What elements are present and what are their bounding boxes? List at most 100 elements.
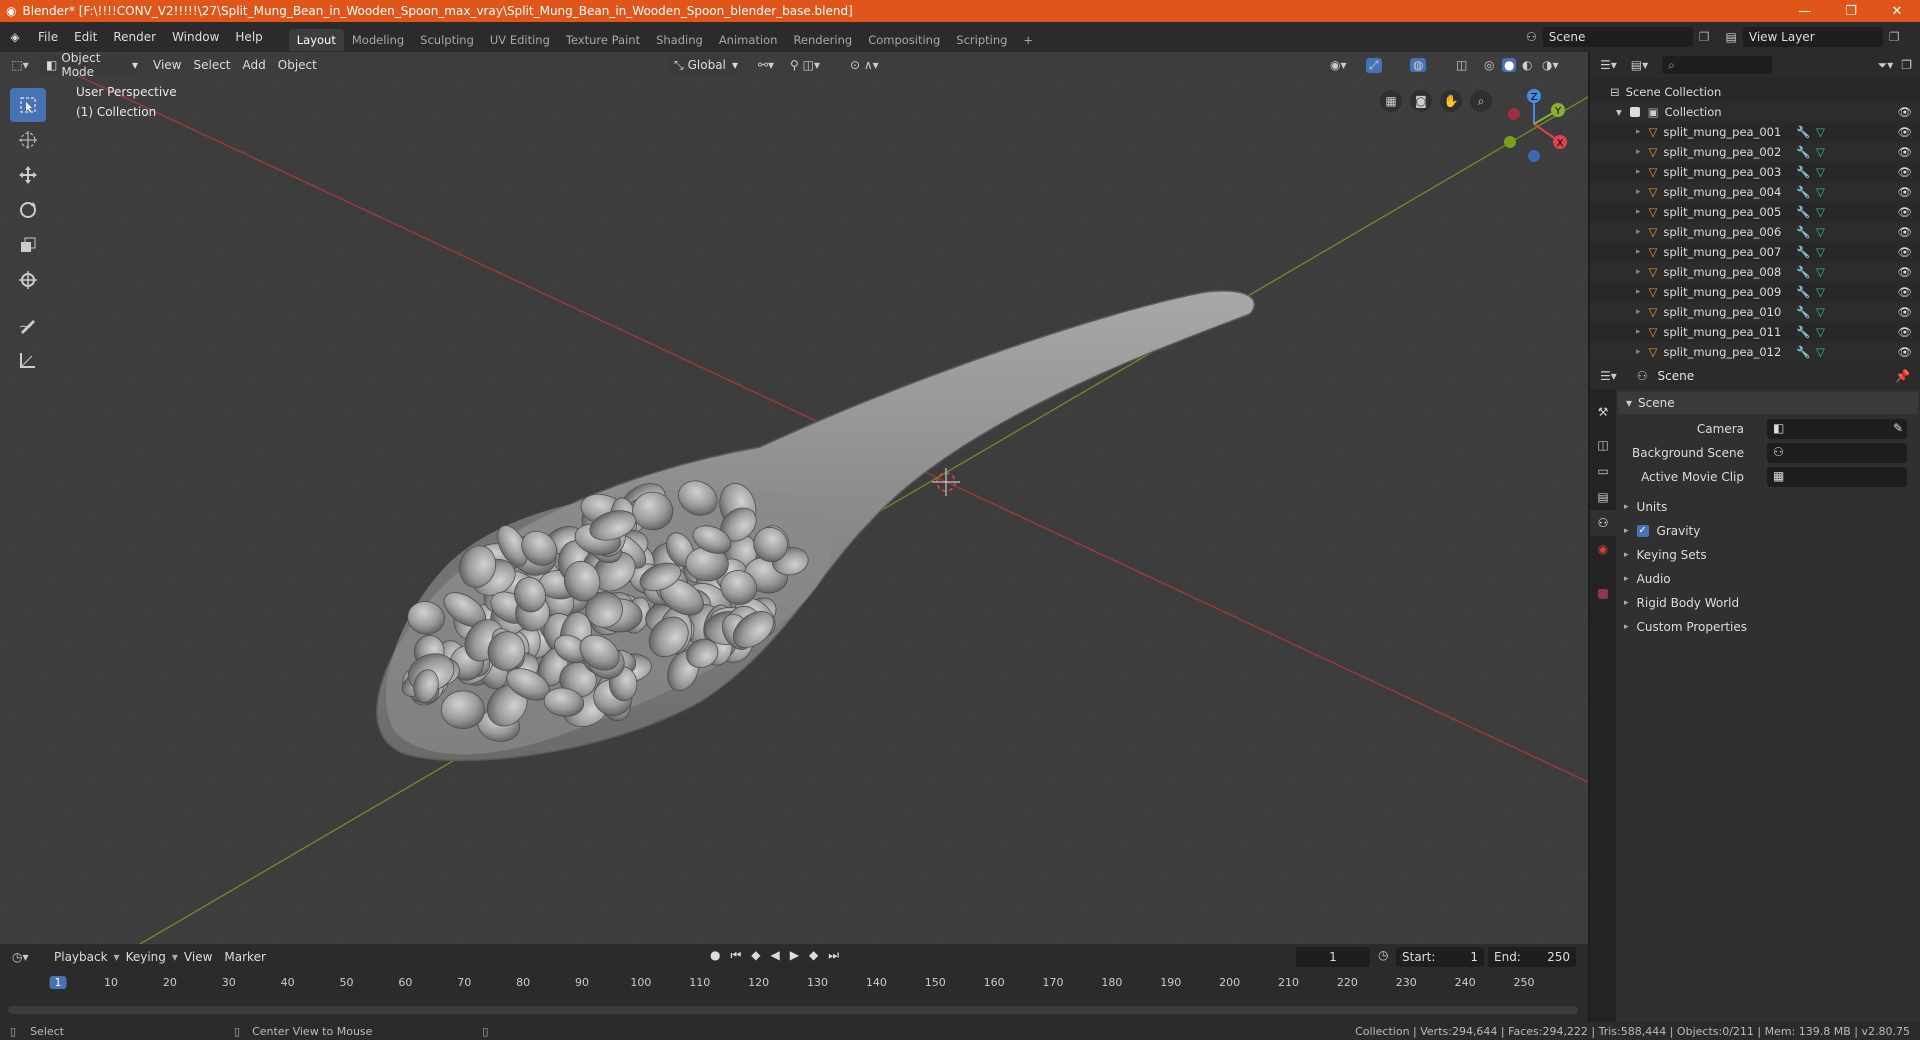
close-button[interactable]: ✕ bbox=[1874, 0, 1920, 22]
modifier-icon[interactable]: 🔧 bbox=[1796, 205, 1810, 219]
collection-row[interactable]: ▾ ▣ Collection 👁 bbox=[1590, 102, 1920, 122]
visibility-icon[interactable]: ◉▾ bbox=[1330, 58, 1347, 72]
tab-sculpting[interactable]: Sculpting bbox=[412, 29, 482, 51]
new-view-layer-icon[interactable]: ❐ bbox=[1889, 30, 1900, 44]
scene-icon[interactable]: ⚇ bbox=[1526, 30, 1537, 44]
mesh-data-icon[interactable]: ▽ bbox=[1816, 165, 1825, 179]
outliner-search-input[interactable]: ⌕ bbox=[1662, 56, 1773, 74]
background-scene-field[interactable]: ⚇ bbox=[1767, 443, 1907, 463]
menu-help[interactable]: Help bbox=[227, 22, 270, 52]
add-workspace-icon[interactable]: + bbox=[1015, 29, 1041, 51]
section-audio[interactable]: ▸ Audio bbox=[1624, 568, 1914, 590]
pan-hand-icon[interactable]: ✋ bbox=[1440, 90, 1462, 112]
overlays-icon[interactable]: ◍ bbox=[1410, 58, 1427, 72]
movie-clip-field[interactable]: ▦ bbox=[1767, 467, 1907, 487]
mesh-data-icon[interactable]: ▽ bbox=[1816, 305, 1825, 319]
menu-view[interactable]: View bbox=[147, 55, 187, 75]
solid-shading-icon[interactable]: ● bbox=[1502, 58, 1517, 72]
mesh-data-icon[interactable]: ▽ bbox=[1816, 345, 1825, 359]
select-box-tool-icon[interactable] bbox=[10, 88, 46, 122]
mesh-data-icon[interactable]: ▽ bbox=[1816, 265, 1825, 279]
transform-tool-icon[interactable] bbox=[10, 263, 46, 297]
blender-menu-icon[interactable]: ◈ bbox=[0, 30, 30, 44]
gizmo-toggle-icon[interactable]: ⤢ bbox=[1366, 57, 1382, 73]
layers-icon[interactable]: ▤ bbox=[1726, 30, 1737, 44]
menu-object[interactable]: Object bbox=[272, 55, 323, 75]
modifier-icon[interactable]: 🔧 bbox=[1796, 165, 1810, 179]
mesh-data-icon[interactable]: ▽ bbox=[1816, 325, 1825, 339]
tab-modeling[interactable]: Modeling bbox=[344, 29, 412, 51]
rotate-tool-icon[interactable] bbox=[10, 193, 46, 227]
wireframe-shading-icon[interactable]: ◎ bbox=[1484, 58, 1494, 72]
scene-selector[interactable]: Scene bbox=[1542, 27, 1693, 47]
editor-type-icon[interactable]: ⬚▾ bbox=[0, 58, 40, 72]
eye-icon[interactable]: 👁 bbox=[1897, 145, 1912, 159]
outliner-editor-icon[interactable]: ☰▾ bbox=[1600, 58, 1617, 72]
outliner-item[interactable]: ▸ ▽ split_mung_pea_007 🔧 ▽ 👁 bbox=[1590, 242, 1920, 262]
tab-scripting[interactable]: Scripting bbox=[948, 29, 1015, 51]
zoom-icon[interactable]: ⌕ bbox=[1470, 90, 1492, 112]
properties-editor-icon[interactable]: ☰▾ bbox=[1600, 369, 1617, 383]
output-tab-icon[interactable]: ▭ bbox=[1590, 458, 1616, 484]
new-collection-icon[interactable]: ❐ bbox=[1901, 58, 1912, 72]
mesh-data-icon[interactable]: ▽ bbox=[1816, 285, 1825, 299]
view-layer-tab-icon[interactable]: ▤ bbox=[1590, 484, 1616, 510]
outliner-item[interactable]: ▸ ▽ split_mung_pea_012 🔧 ▽ 👁 bbox=[1590, 342, 1920, 362]
eye-icon[interactable]: 👁 bbox=[1897, 205, 1912, 219]
tool-tab-icon[interactable]: ⚒ bbox=[1590, 398, 1616, 426]
modifier-icon[interactable]: 🔧 bbox=[1796, 305, 1810, 319]
pin-icon[interactable]: 📌 bbox=[1895, 369, 1910, 383]
modifier-icon[interactable]: 🔧 bbox=[1796, 125, 1810, 139]
new-scene-icon[interactable]: ❐ bbox=[1699, 30, 1710, 44]
outliner-item[interactable]: ▸ ▽ split_mung_pea_008 🔧 ▽ 👁 bbox=[1590, 262, 1920, 282]
material-shading-icon[interactable]: ◐ bbox=[1522, 58, 1532, 72]
modifier-icon[interactable]: 🔧 bbox=[1796, 185, 1810, 199]
xray-icon[interactable]: ◫ bbox=[1456, 58, 1467, 72]
tab-shading[interactable]: Shading bbox=[648, 29, 711, 51]
modifier-icon[interactable]: 🔧 bbox=[1796, 225, 1810, 239]
outliner-item[interactable]: ▸ ▽ split_mung_pea_003 🔧 ▽ 👁 bbox=[1590, 162, 1920, 182]
display-mode-icon[interactable]: ▤▾ bbox=[1631, 58, 1648, 72]
modifier-icon[interactable]: 🔧 bbox=[1796, 245, 1810, 259]
outliner-item[interactable]: ▸ ▽ split_mung_pea_001 🔧 ▽ 👁 bbox=[1590, 122, 1920, 142]
tab-uv-editing[interactable]: UV Editing bbox=[482, 29, 558, 51]
outliner-item[interactable]: ▸ ▽ split_mung_pea_006 🔧 ▽ 👁 bbox=[1590, 222, 1920, 242]
tab-animation[interactable]: Animation bbox=[711, 29, 786, 51]
mesh-data-icon[interactable]: ▽ bbox=[1816, 125, 1825, 139]
tab-compositing[interactable]: Compositing bbox=[860, 29, 948, 51]
cursor-tool-icon[interactable] bbox=[10, 123, 46, 157]
eye-icon[interactable]: 👁 bbox=[1897, 265, 1912, 279]
modifier-icon[interactable]: 🔧 bbox=[1796, 325, 1810, 339]
scene-panel-header[interactable]: ▾ Scene bbox=[1618, 392, 1918, 414]
texture-tab-icon[interactable]: ▩ bbox=[1590, 580, 1616, 606]
measure-tool-icon[interactable] bbox=[10, 343, 46, 377]
pivot-icon[interactable]: ⚯▾ bbox=[758, 58, 774, 72]
camera-field[interactable]: ◧ ✎ bbox=[1767, 419, 1907, 439]
modifier-icon[interactable]: 🔧 bbox=[1796, 145, 1810, 159]
mesh-data-icon[interactable]: ▽ bbox=[1816, 225, 1825, 239]
eye-icon[interactable]: 👁 bbox=[1897, 225, 1912, 239]
snap-icon[interactable]: ⚲ ◫▾ bbox=[790, 58, 820, 72]
section-keying-sets[interactable]: ▸ Keying Sets bbox=[1624, 544, 1914, 566]
outliner-item[interactable]: ▸ ▽ split_mung_pea_009 🔧 ▽ 👁 bbox=[1590, 282, 1920, 302]
outliner-item[interactable]: ▸ ▽ split_mung_pea_002 🔧 ▽ 👁 bbox=[1590, 142, 1920, 162]
modifier-icon[interactable]: 🔧 bbox=[1796, 345, 1810, 359]
outliner-item[interactable]: ▸ ▽ split_mung_pea_011 🔧 ▽ 👁 bbox=[1590, 322, 1920, 342]
mesh-data-icon[interactable]: ▽ bbox=[1816, 245, 1825, 259]
scene-tab-icon[interactable]: ⚇ bbox=[1590, 510, 1616, 536]
mesh-data-icon[interactable]: ▽ bbox=[1816, 185, 1825, 199]
proportional-edit-icon[interactable]: ⊙ ∧▾ bbox=[850, 58, 879, 72]
timeline-scrollbar[interactable] bbox=[8, 1006, 1578, 1014]
eye-icon[interactable]: 👁 bbox=[1897, 165, 1912, 179]
menu-window[interactable]: Window bbox=[164, 22, 227, 52]
filter-icon[interactable]: ⏷▾ bbox=[1878, 58, 1894, 73]
eye-icon[interactable]: 👁 bbox=[1897, 285, 1912, 299]
section-custom-properties[interactable]: ▸ Custom Properties bbox=[1624, 616, 1914, 638]
eye-icon[interactable]: 👁 bbox=[1897, 325, 1912, 339]
maximize-button[interactable]: ❐ bbox=[1828, 0, 1874, 22]
minimize-button[interactable]: — bbox=[1782, 0, 1828, 22]
transform-orientation-dropdown[interactable]: ⤡ Global ▾ bbox=[668, 55, 744, 75]
menu-file[interactable]: File bbox=[30, 22, 66, 52]
modifier-icon[interactable]: 🔧 bbox=[1796, 285, 1810, 299]
camera-view-icon[interactable]: ◙ bbox=[1410, 90, 1432, 112]
